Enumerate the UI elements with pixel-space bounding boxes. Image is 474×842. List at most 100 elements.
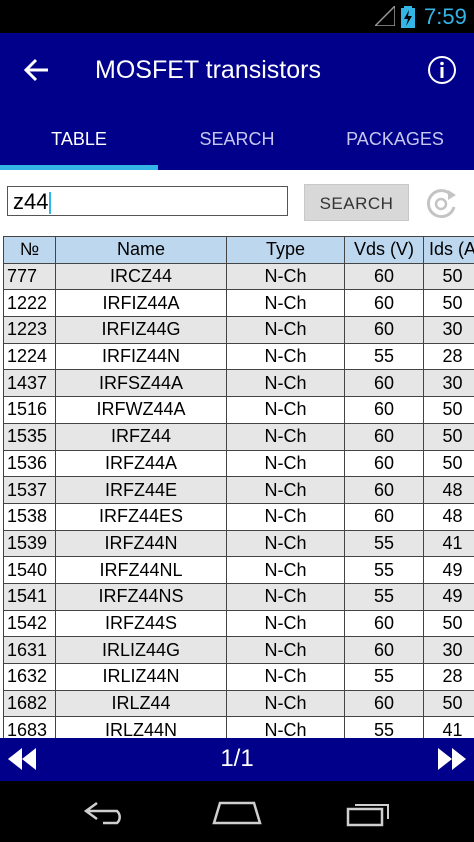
search-input-value: z44 [13, 189, 49, 214]
cell-ids: 50 [423, 262, 474, 291]
column-header-ids[interactable]: Ids (A [423, 236, 474, 264]
cell-number: 1222 [3, 289, 56, 318]
tab-packages[interactable]: PACKAGES [316, 115, 474, 165]
table-row[interactable]: 1632 IRLIZ44N N-Ch 55 28 [3, 663, 474, 691]
results-table: № Name Type Vds (V) Ids (A 777 IRCZ44 N-Ch… [3, 236, 474, 738]
cell-name: IRFSZ44A [55, 369, 227, 398]
cell-name: IRLZ44 [55, 689, 227, 718]
results-table-container[interactable]: № Name Type Vds (V) Ids (A 777 IRCZ44 N-Ch… [3, 236, 474, 738]
table-row[interactable]: 1537 IRFZ44E N-Ch 60 48 [3, 476, 474, 504]
tab-table[interactable]: TABLE [0, 115, 158, 165]
cell-number: 1223 [3, 316, 56, 344]
text-caret [49, 192, 52, 215]
cell-type: N-Ch [226, 689, 345, 718]
cell-type: N-Ch [226, 556, 345, 584]
cell-type: N-Ch [226, 342, 345, 371]
table-row[interactable]: 1539 IRFZ44N N-Ch 55 41 [3, 529, 474, 558]
cell-ids: 28 [423, 663, 474, 691]
cell-vds: 60 [344, 262, 424, 291]
cell-number: 1682 [3, 689, 56, 718]
cell-type: N-Ch [226, 449, 345, 478]
cell-number: 1536 [3, 449, 56, 478]
cell-type: N-Ch [226, 316, 345, 344]
cell-ids: 50 [423, 449, 474, 478]
back-nav-icon[interactable] [83, 799, 129, 825]
column-header-vds[interactable]: Vds (V) [344, 236, 424, 264]
cell-name: IRFZ44ES [55, 502, 227, 531]
cell-vds: 60 [344, 689, 424, 718]
cell-ids: 50 [423, 289, 474, 318]
tab-search[interactable]: SEARCH [158, 115, 316, 165]
cell-type: N-Ch [226, 396, 345, 424]
cell-ids: 48 [423, 476, 474, 504]
cell-name: IRFZ44S [55, 609, 227, 638]
table-row[interactable]: 1223 IRFIZ44G N-Ch 60 30 [3, 316, 474, 344]
search-button[interactable]: SEARCH [304, 184, 409, 221]
cell-ids: 50 [423, 422, 474, 451]
cell-vds: 60 [344, 396, 424, 424]
cell-name: IRLIZ44G [55, 636, 227, 664]
arrow-left-icon[interactable] [22, 55, 52, 85]
cell-vds: 55 [344, 716, 424, 738]
column-header-number[interactable]: № [3, 236, 56, 264]
table-row[interactable]: 1516 IRFWZ44A N-Ch 60 50 [3, 396, 474, 424]
cell-type: N-Ch [226, 369, 345, 398]
cell-vds: 60 [344, 636, 424, 664]
cell-type: N-Ch [226, 422, 345, 451]
battery-charging-icon [401, 6, 415, 28]
system-navigation-bar [0, 781, 474, 842]
table-row[interactable]: 777 IRCZ44 N-Ch 60 50 [3, 262, 474, 291]
column-header-type[interactable]: Type [226, 236, 345, 264]
cell-number: 1542 [3, 609, 56, 638]
status-time: 7:59 [424, 4, 467, 29]
table-row[interactable]: 1538 IRFZ44ES N-Ch 60 48 [3, 502, 474, 531]
search-input[interactable]: z44 [7, 186, 288, 216]
cell-name: IRFIZ44A [55, 289, 227, 318]
cell-name: IRFZ44NS [55, 582, 227, 611]
column-header-name[interactable]: Name [55, 236, 227, 264]
table-row[interactable]: 1683 IRLZ44N N-Ch 55 41 [3, 716, 474, 738]
table-row[interactable]: 1224 IRFIZ44N N-Ch 55 28 [3, 342, 474, 371]
table-row[interactable]: 1541 IRFZ44NS N-Ch 55 49 [3, 582, 474, 611]
cell-name: IRFZ44 [55, 422, 227, 451]
cell-ids: 50 [423, 396, 474, 424]
table-row[interactable]: 1536 IRFZ44A N-Ch 60 50 [3, 449, 474, 478]
table-row[interactable]: 1631 IRLIZ44G N-Ch 60 30 [3, 636, 474, 664]
cell-number: 1539 [3, 529, 56, 558]
cell-ids: 50 [423, 689, 474, 718]
cell-name: IRFWZ44A [55, 396, 227, 424]
cell-vds: 60 [344, 369, 424, 398]
cell-number: 1516 [3, 396, 56, 424]
table-row[interactable]: 1542 IRFZ44S N-Ch 60 50 [3, 609, 474, 638]
cell-ids: 49 [423, 582, 474, 611]
cell-ids: 30 [423, 636, 474, 664]
cell-name: IRFZ44E [55, 476, 227, 504]
table-row[interactable]: 1535 IRFZ44 N-Ch 60 50 [3, 422, 474, 451]
cell-number: 777 [3, 262, 56, 291]
cell-vds: 60 [344, 609, 424, 638]
home-nav-icon[interactable] [212, 799, 262, 825]
cell-name: IRFIZ44G [55, 316, 227, 344]
table-row[interactable]: 1437 IRFSZ44A N-Ch 60 30 [3, 369, 474, 398]
cell-vds: 60 [344, 422, 424, 451]
info-icon[interactable] [427, 55, 457, 85]
cell-ids: 28 [423, 342, 474, 371]
refresh-icon[interactable] [424, 187, 458, 221]
cell-number: 1537 [3, 476, 56, 504]
cell-type: N-Ch [226, 476, 345, 504]
cell-ids: 50 [423, 609, 474, 638]
fast-forward-icon[interactable] [438, 748, 466, 770]
cell-number: 1224 [3, 342, 56, 371]
table-row[interactable]: 1222 IRFIZ44A N-Ch 60 50 [3, 289, 474, 318]
cell-vds: 60 [344, 476, 424, 504]
cell-vds: 60 [344, 449, 424, 478]
cell-name: IRCZ44 [55, 262, 227, 291]
cell-vds: 55 [344, 582, 424, 611]
table-row[interactable]: 1682 IRLZ44 N-Ch 60 50 [3, 689, 474, 718]
table-row[interactable]: 1540 IRFZ44NL N-Ch 55 49 [3, 556, 474, 584]
cell-type: N-Ch [226, 289, 345, 318]
signal-icon [375, 6, 395, 26]
recent-apps-icon[interactable] [346, 799, 392, 827]
cell-vds: 60 [344, 502, 424, 531]
page-title: MOSFET transistors [95, 56, 321, 84]
